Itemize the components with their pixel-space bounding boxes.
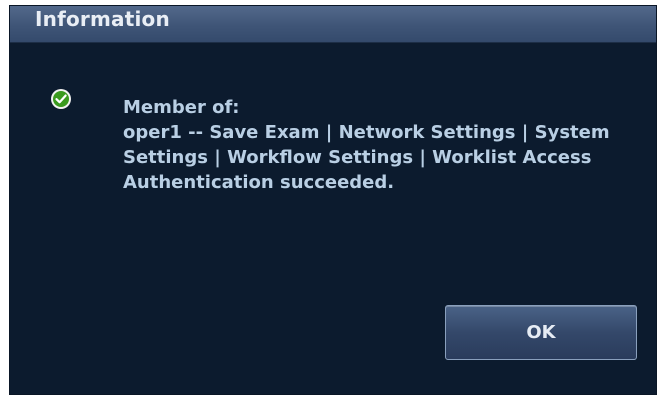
message-line: Member of: bbox=[123, 97, 240, 118]
dialog-message: Member of: oper1 -- Save Exam | Network … bbox=[123, 95, 643, 195]
dialog-title: Information bbox=[35, 7, 170, 31]
information-dialog: Information Member of: oper1 -- Save Exa… bbox=[10, 6, 656, 394]
dialog-titlebar: Information bbox=[10, 6, 656, 43]
check-circle-icon bbox=[50, 88, 72, 110]
ok-button[interactable]: OK bbox=[445, 305, 637, 360]
message-line: oper1 -- Save Exam | Network Settings | … bbox=[123, 122, 610, 143]
message-line: Authentication succeeded. bbox=[123, 172, 395, 193]
message-line: Settings | Workflow Settings | Worklist … bbox=[123, 147, 592, 168]
